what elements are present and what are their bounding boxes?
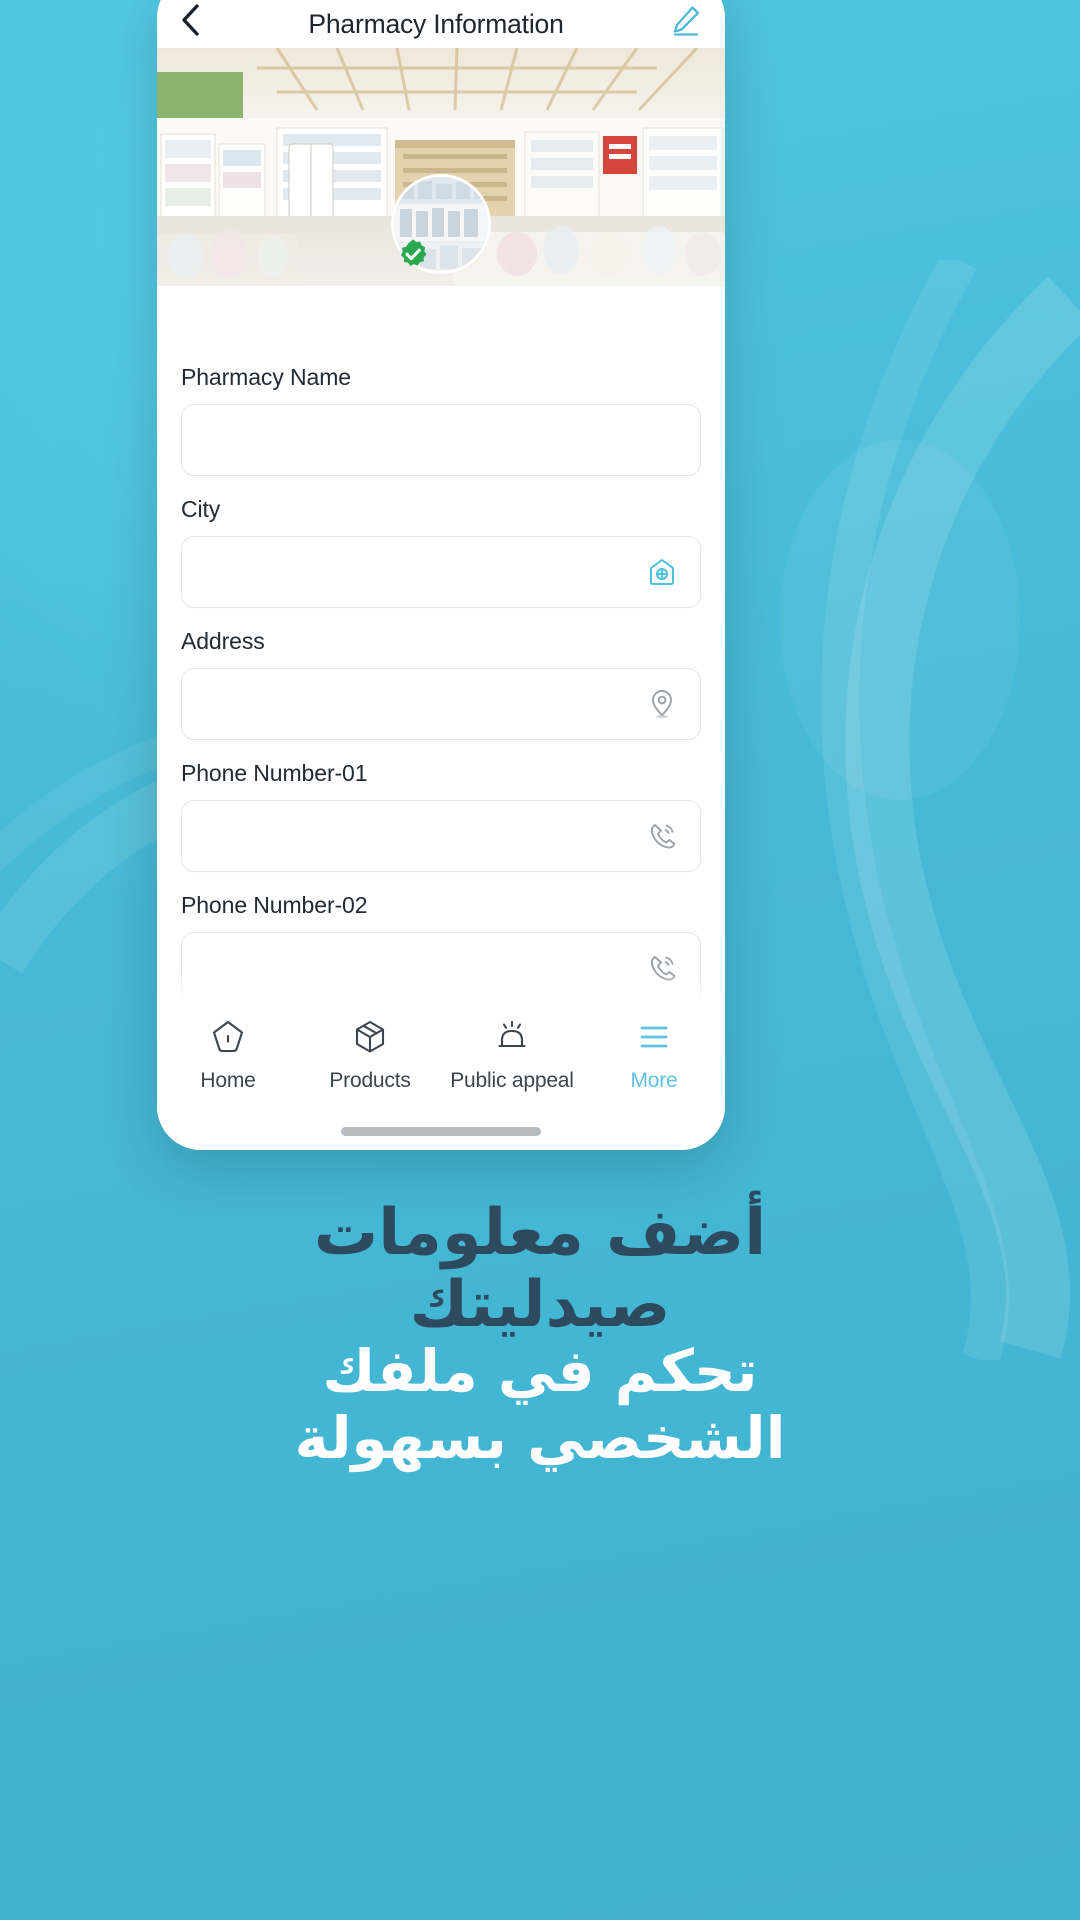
pharmacy-name-input[interactable] bbox=[202, 427, 680, 453]
nav-label-more: More bbox=[630, 1069, 678, 1092]
nav-label-products: Products bbox=[329, 1069, 411, 1092]
field-address: Address bbox=[181, 628, 701, 740]
promo-subheadline: تحكم في ملفك الشخصي بسهولة bbox=[294, 1337, 786, 1472]
field-pharmacy-name: Pharmacy Name bbox=[181, 364, 701, 476]
nav-item-home[interactable]: Home bbox=[157, 1016, 299, 1093]
location-pin-icon[interactable] bbox=[644, 686, 680, 722]
nav-item-products[interactable]: Products bbox=[299, 1016, 441, 1093]
field-box-pharmacy-name[interactable] bbox=[181, 404, 701, 476]
home-indicator[interactable] bbox=[341, 1127, 541, 1136]
home-pentagon-icon bbox=[209, 1016, 247, 1058]
city-building-icon[interactable] bbox=[644, 554, 680, 590]
field-box-address[interactable] bbox=[181, 668, 701, 740]
field-label-city: City bbox=[181, 496, 221, 522]
phone-call-icon[interactable] bbox=[644, 818, 680, 854]
nav-label-home: Home bbox=[200, 1069, 256, 1092]
city-input[interactable] bbox=[202, 559, 644, 585]
chevron-left-icon bbox=[182, 4, 199, 36]
field-label-phone-number-01: Phone Number-01 bbox=[181, 760, 368, 786]
field-city: City bbox=[181, 496, 701, 608]
field-box-city[interactable] bbox=[181, 536, 701, 608]
package-box-icon bbox=[351, 1016, 389, 1058]
phone-mockup: Pharmacy Information Pharmacy Name City … bbox=[157, 0, 725, 1150]
app-header: Pharmacy Information bbox=[157, 0, 725, 48]
field-phone-number-01: Phone Number-01 bbox=[181, 760, 701, 872]
nav-label-public-appeal: Public appeal bbox=[450, 1069, 574, 1092]
nav-item-more[interactable]: More bbox=[583, 1016, 725, 1093]
address-input[interactable] bbox=[202, 691, 644, 717]
siren-alarm-icon bbox=[493, 1016, 531, 1058]
pencil-edit-icon bbox=[673, 6, 700, 36]
hamburger-menu-icon bbox=[635, 1016, 673, 1058]
phone-call-icon-2[interactable] bbox=[644, 950, 680, 986]
phone-number-01-input[interactable] bbox=[202, 823, 644, 849]
pharmacy-information-form: Pharmacy Name City Address Phone Number-… bbox=[157, 286, 725, 1150]
field-label-pharmacy-name: Pharmacy Name bbox=[181, 364, 351, 390]
bottom-navigation-bar: Home Products Public appeal More bbox=[157, 998, 725, 1150]
page-title: Pharmacy Information bbox=[308, 9, 564, 39]
field-label-phone-number-02: Phone Number-02 bbox=[181, 892, 368, 918]
field-box-phone-number-01[interactable] bbox=[181, 800, 701, 872]
field-box-phone-number-02[interactable] bbox=[181, 932, 701, 1004]
field-phone-number-02: Phone Number-02 bbox=[181, 892, 701, 1004]
avatar[interactable] bbox=[391, 174, 491, 274]
field-label-address: Address bbox=[181, 628, 265, 654]
phone-number-02-input[interactable] bbox=[202, 955, 644, 981]
promo-headline: أضف معلومات صيدليتك bbox=[313, 1196, 767, 1342]
nav-item-public-appeal[interactable]: Public appeal bbox=[441, 1016, 583, 1093]
edit-button[interactable] bbox=[657, 0, 703, 40]
verified-check-badge bbox=[400, 239, 427, 266]
